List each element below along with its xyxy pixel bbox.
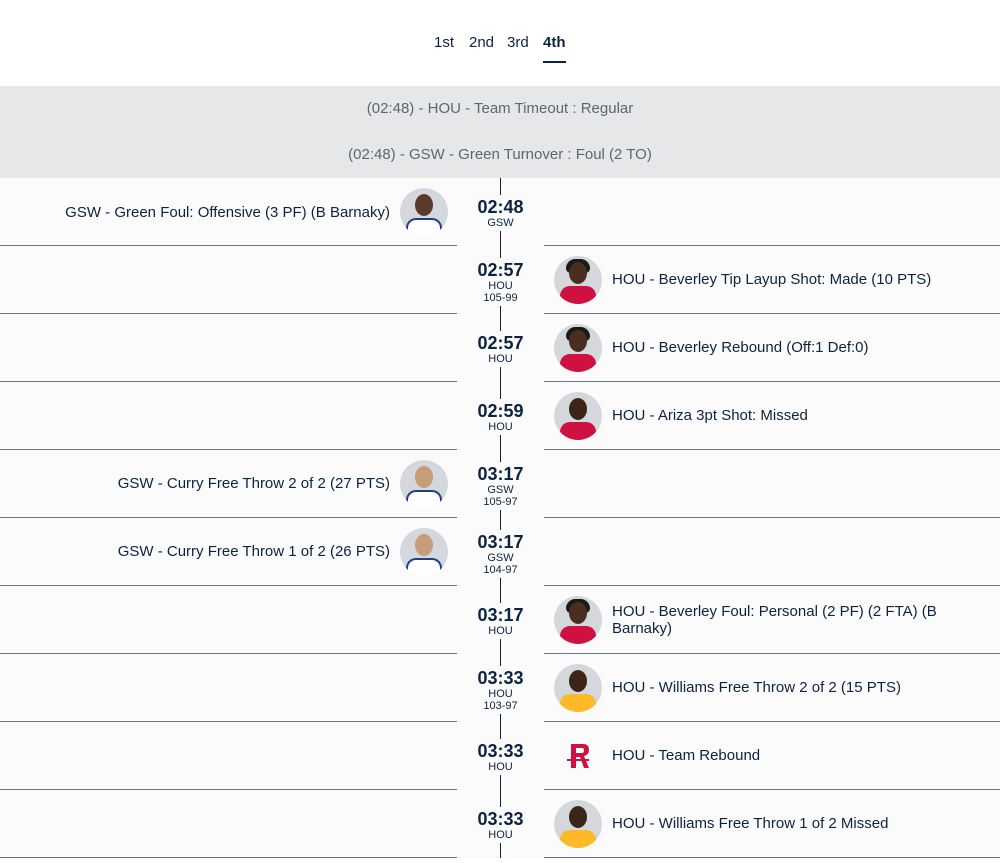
play-team: HOU <box>488 761 513 773</box>
play-row: 03:33 HOU HOU - Williams Free Throw 1 of… <box>0 790 1000 858</box>
play-description: HOU - Beverley Rebound (Off:1 Def:0) <box>612 339 869 356</box>
play-team: HOU <box>488 280 513 292</box>
play-description: HOU - Williams Free Throw 1 of 2 Missed <box>612 815 889 832</box>
play-description: GSW - Curry Free Throw 1 of 2 (26 PTS) <box>117 543 390 560</box>
play-time: 03:17 <box>477 605 524 625</box>
play-time: 02:57 <box>477 260 524 280</box>
play-row: 03:33 HOU HOU - Team Rebound <box>0 722 1000 790</box>
green-avatar <box>400 188 448 236</box>
beverley-avatar <box>554 256 602 304</box>
play-score: 105-97 <box>483 496 518 508</box>
play-time: 02:57 <box>477 333 524 353</box>
play-description: HOU - Williams Free Throw 2 of 2 (15 PTS… <box>612 679 901 696</box>
play-time: 03:17 <box>477 532 524 552</box>
play-score: 105-99 <box>483 292 518 304</box>
play-description: HOU - Beverley Foul: Personal (2 PF) (2 … <box>612 603 937 637</box>
play-row: GSW - Green Foul: Offensive (3 PF) (B Ba… <box>0 178 1000 246</box>
play-clock: 02:59 HOU <box>457 399 544 435</box>
play-description: HOU - Beverley Tip Layup Shot: Made (10 … <box>612 271 932 288</box>
play-time: 02:48 <box>477 197 524 217</box>
play-time: 03:33 <box>477 809 524 829</box>
neutral-event: (02:48) - HOU - Team Timeout : Regular <box>0 86 1000 132</box>
play-score: 104-97 <box>483 564 518 576</box>
play-clock: 03:17 GSW 105-97 <box>457 462 544 510</box>
play-team: GSW <box>487 552 514 564</box>
play-row: 02:59 HOU HOU - Ariza 3pt Shot: Missed <box>0 382 1000 450</box>
play-team: HOU <box>488 829 513 841</box>
play-time: 02:59 <box>477 401 524 421</box>
williams-avatar <box>554 800 602 848</box>
play-time: 03:17 <box>477 464 524 484</box>
play-row: 03:33 HOU 103-97 HOU - Williams Free Thr… <box>0 654 1000 722</box>
tab-4th[interactable]: 4th <box>543 34 566 63</box>
play-description: HOU - Team Rebound <box>612 747 761 764</box>
play-row: 02:57 HOU HOU - Beverley Rebound (Off:1 … <box>0 314 1000 382</box>
play-row: GSW - Curry Free Throw 2 of 2 (27 PTS) 0… <box>0 450 1000 518</box>
beverley-avatar <box>554 596 602 644</box>
play-description: GSW - Green Foul: Offensive (3 PF) (B Ba… <box>65 204 390 221</box>
play-clock: 02:57 HOU <box>457 331 544 367</box>
play-description: HOU - Ariza 3pt Shot: Missed <box>612 407 808 424</box>
play-time: 03:33 <box>477 741 524 761</box>
play-clock: 03:33 HOU 103-97 <box>457 666 544 714</box>
play-team: HOU <box>488 688 513 700</box>
beverley-avatar <box>554 324 602 372</box>
play-clock: 03:33 HOU <box>457 807 544 843</box>
tab-1st[interactable]: 1st <box>434 34 454 52</box>
rockets-logo-icon <box>554 732 602 780</box>
play-row: GSW - Curry Free Throw 1 of 2 (26 PTS) 0… <box>0 518 1000 586</box>
play-row: 02:57 HOU 105-99 HOU - Beverley Tip Layu… <box>0 246 1000 314</box>
williams-avatar <box>554 664 602 712</box>
play-score: 103-97 <box>483 700 518 712</box>
tab-2nd[interactable]: 2nd <box>469 34 494 52</box>
play-by-play-list: GSW - Green Foul: Offensive (3 PF) (B Ba… <box>0 178 1000 858</box>
play-clock: 03:33 HOU <box>457 739 544 775</box>
play-team: HOU <box>488 625 513 637</box>
play-description: GSW - Curry Free Throw 2 of 2 (27 PTS) <box>117 475 390 492</box>
play-row: 03:17 HOU HOU - Beverley Foul: Personal … <box>0 586 1000 654</box>
play-clock: 03:17 GSW 104-97 <box>457 530 544 578</box>
play-team: GSW <box>487 484 514 496</box>
curry-avatar <box>400 460 448 508</box>
curry-avatar <box>400 528 448 576</box>
play-team: GSW <box>487 217 514 229</box>
neutral-event: (02:48) - GSW - Green Turnover : Foul (2… <box>0 132 1000 178</box>
period-tabs: 1st 2nd 3rd 4th <box>0 0 1000 86</box>
play-clock: 02:48 GSW <box>457 195 544 231</box>
play-team: HOU <box>488 353 513 365</box>
play-clock: 02:57 HOU 105-99 <box>457 258 544 306</box>
ariza-avatar <box>554 392 602 440</box>
play-team: HOU <box>488 421 513 433</box>
play-time: 03:33 <box>477 668 524 688</box>
play-clock: 03:17 HOU <box>457 603 544 639</box>
tab-3rd[interactable]: 3rd <box>507 34 529 52</box>
